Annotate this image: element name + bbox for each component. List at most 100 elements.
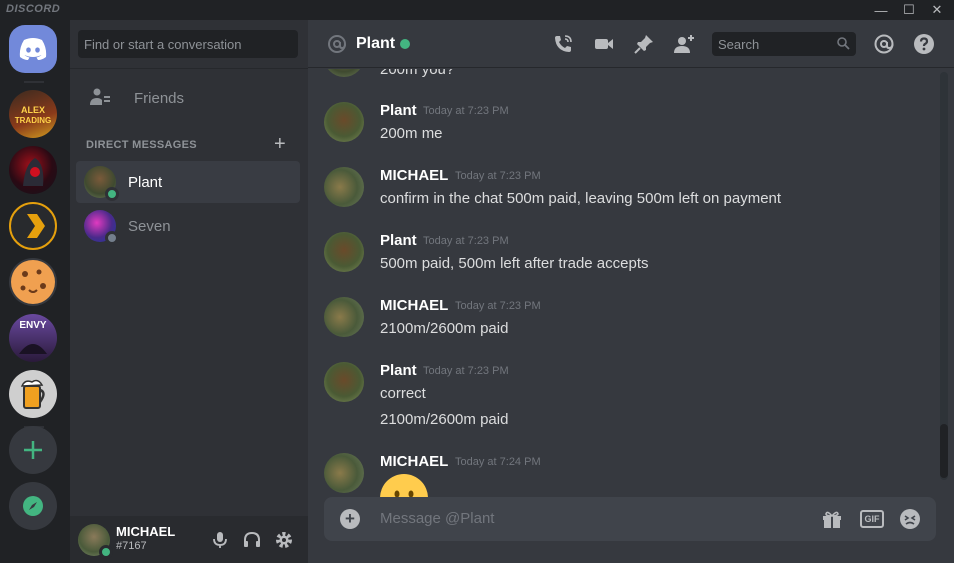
dark-server-icon [23, 158, 44, 186]
headphones-icon [244, 531, 260, 547]
gear-icon [276, 532, 292, 548]
message-text: 2100m/2600m paid [380, 411, 509, 428]
video-camera-icon [595, 39, 613, 49]
message-author[interactable]: Plant [380, 362, 417, 379]
pin-icon [634, 35, 653, 54]
dm-item-plant[interactable]: Plant [76, 161, 300, 203]
avatar [84, 210, 119, 245]
svg-text:TRADING: TRADING [15, 116, 51, 125]
avatar [324, 69, 364, 77]
username: MICHAEL [116, 524, 176, 539]
friends-nav-item[interactable]: Friends [78, 78, 300, 118]
chat-header: Plant Search [308, 20, 954, 68]
message-scrollbar[interactable] [940, 72, 948, 480]
avatar[interactable] [324, 297, 364, 337]
plex-chevron-icon [27, 214, 45, 238]
close-button[interactable]: ✕ [922, 0, 952, 20]
dm-section-header: DIRECT MESSAGES [86, 139, 197, 151]
emoji-icon [900, 509, 920, 529]
message-timestamp: Today at 7:23 PM [455, 170, 541, 182]
server-plex[interactable] [9, 202, 57, 250]
user-panel: MICHAEL #7167 [70, 516, 308, 563]
message-author[interactable]: Plant [380, 232, 417, 249]
app-brand: DISCORD [6, 3, 61, 15]
maximize-button[interactable]: ☐ [894, 0, 924, 20]
dm-item-seven[interactable]: Seven [76, 205, 300, 247]
dm-sidebar: Find or start a conversation Friends DIR… [70, 20, 308, 563]
svg-text:ALEX: ALEX [21, 105, 45, 115]
minimize-button[interactable]: — [866, 0, 896, 20]
chat-area: Plant Search 200m you? Plant Today at 7:… [308, 20, 954, 563]
avatar[interactable] [324, 232, 364, 272]
message-timestamp: Today at 7:23 PM [423, 235, 509, 247]
avatar[interactable] [324, 362, 364, 402]
message-timestamp: Today at 7:23 PM [423, 365, 509, 377]
user-discriminator: #7167 [116, 540, 147, 552]
start-voice-call-button[interactable] [551, 32, 575, 56]
upload-button[interactable]: + [340, 509, 360, 529]
start-video-call-button[interactable] [592, 32, 616, 56]
mute-button[interactable] [208, 528, 232, 552]
cookie-server-icon [11, 260, 55, 304]
add-user-icon [674, 35, 694, 53]
envy-server-icon: ENVY [19, 320, 47, 354]
dm-search-input[interactable]: Find or start a conversation [78, 30, 298, 58]
server-dark[interactable] [9, 146, 57, 194]
mentions-icon [874, 34, 894, 54]
mentions-button[interactable] [872, 32, 896, 56]
microphone-icon [213, 532, 227, 548]
message-text: confirm in the chat 500m paid, leaving 5… [380, 190, 782, 207]
search-placeholder: Search [718, 37, 760, 52]
pinned-messages-button[interactable] [632, 32, 656, 56]
help-icon [914, 34, 934, 54]
server-beer[interactable] [9, 370, 57, 418]
avatar [84, 166, 119, 201]
help-button[interactable] [912, 32, 936, 56]
message-text: 2100m/2600m paid [380, 320, 509, 337]
home-button[interactable] [9, 25, 57, 73]
dm-name: Seven [128, 217, 171, 235]
message-text: 200m you? [380, 69, 455, 78]
gif-picker-button[interactable]: GIF [860, 510, 884, 528]
message-list: 200m you? Plant Today at 7:23 PM 200m me… [308, 69, 954, 497]
search-icon [837, 37, 850, 50]
add-server-button[interactable] [9, 426, 57, 474]
message-author[interactable]: MICHAEL [380, 167, 448, 184]
avatar[interactable] [324, 102, 364, 142]
friends-label: Friends [134, 89, 185, 107]
deafen-button[interactable] [240, 528, 264, 552]
friends-icon [88, 86, 112, 110]
message-author[interactable]: Plant [380, 102, 417, 119]
server-alex-trading[interactable]: ALEX TRADING [9, 90, 57, 138]
explore-servers-button[interactable] [9, 482, 57, 530]
avatar[interactable] [324, 453, 364, 493]
offline-status-icon [105, 231, 119, 245]
add-friends-to-dm-button[interactable] [672, 32, 696, 56]
message-text: 200m me [380, 125, 443, 142]
compass-icon [23, 496, 43, 516]
discord-logo-icon [19, 38, 47, 60]
gift-icon [823, 511, 841, 528]
rail-separator [24, 81, 44, 83]
online-status-icon [400, 39, 410, 49]
sidebar-divider [70, 68, 308, 69]
message-search-input[interactable]: Search [712, 32, 856, 56]
user-avatar[interactable] [78, 524, 113, 559]
server-cookie[interactable] [9, 258, 57, 306]
message-author[interactable]: MICHAEL [380, 453, 448, 470]
emoji-picker-button[interactable] [898, 507, 922, 531]
scrollbar-thumb[interactable] [940, 424, 948, 478]
at-sign-icon [328, 35, 346, 53]
message-author[interactable]: MICHAEL [380, 297, 448, 314]
server-envy[interactable]: ENVY [9, 314, 57, 362]
message-input[interactable]: Message @Plant [380, 510, 494, 527]
user-settings-button[interactable] [272, 528, 296, 552]
avatar[interactable] [324, 167, 364, 207]
create-dm-button[interactable]: + [274, 134, 286, 154]
emoji-no-mouth-icon [380, 474, 428, 497]
message-composer: + Message @Plant GIF [324, 497, 936, 541]
dm-name: Plant [128, 173, 163, 191]
message-text: correct [380, 385, 426, 402]
chat-title: Plant [356, 35, 396, 52]
send-gift-button[interactable] [820, 507, 844, 531]
